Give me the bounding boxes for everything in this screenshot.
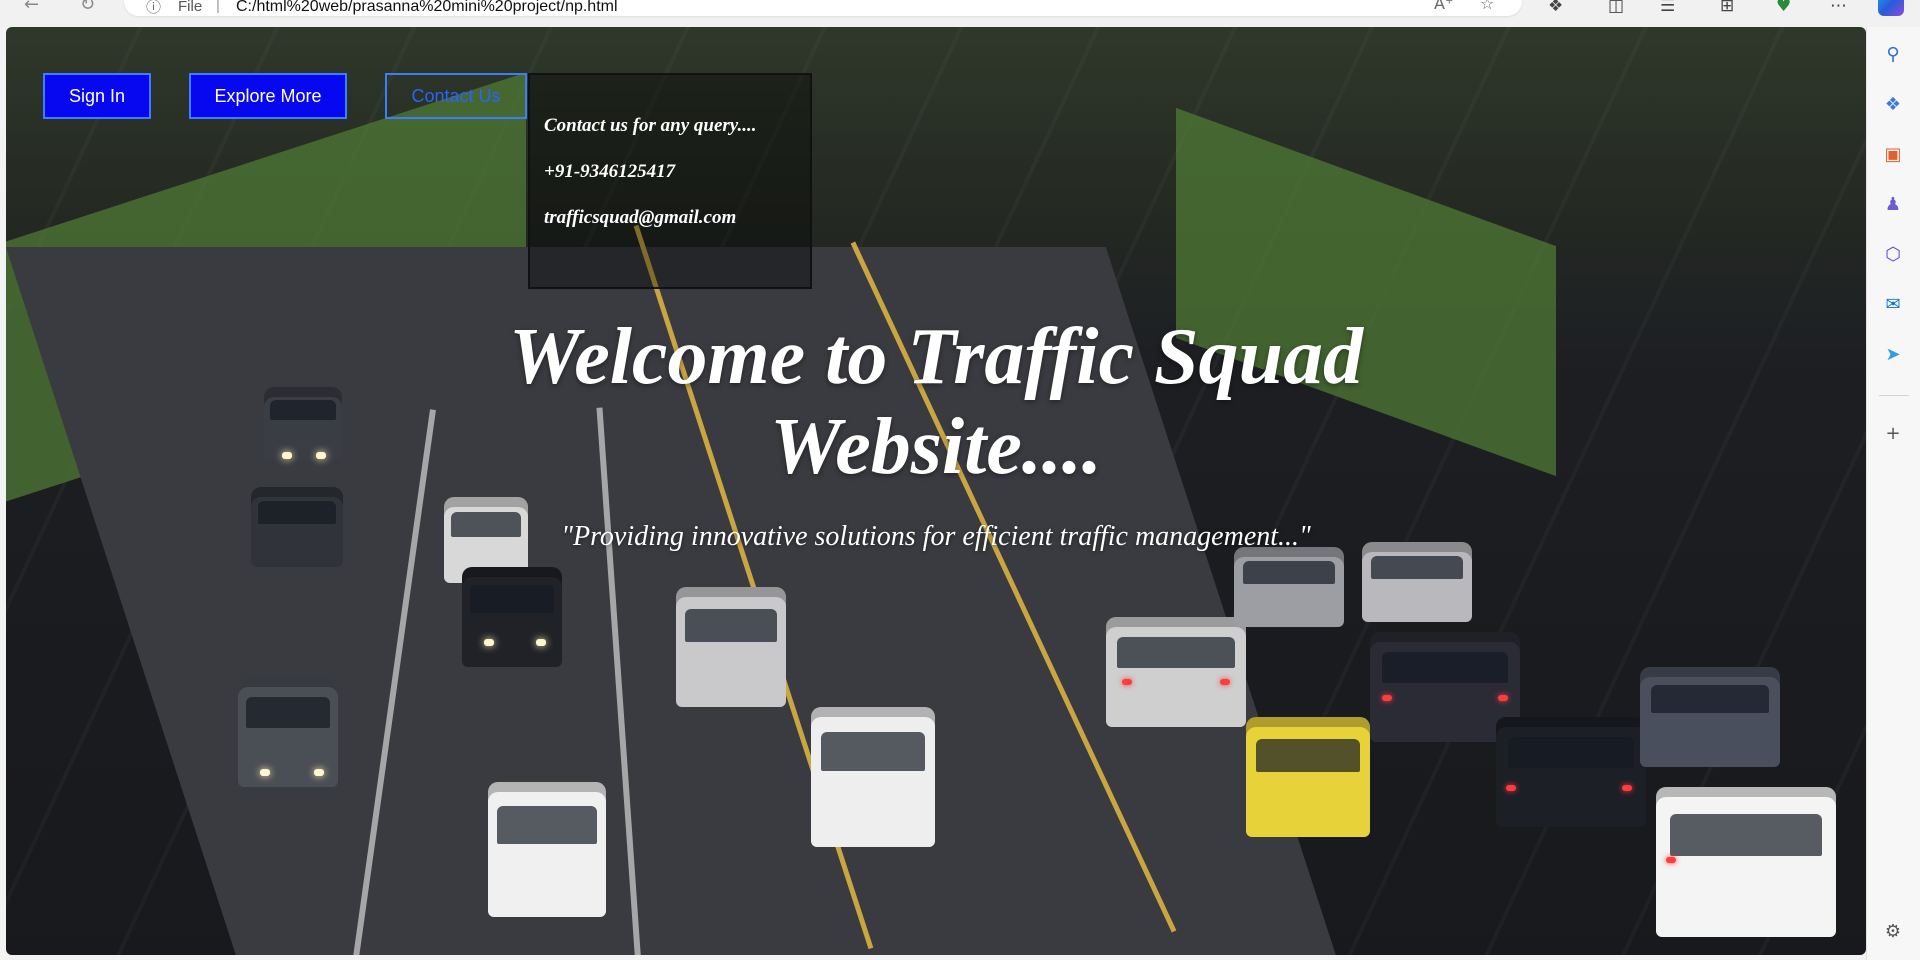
settings-icon[interactable]: ⚙ (1880, 918, 1906, 944)
shopping-tag-icon[interactable]: ❖ (1880, 91, 1906, 117)
contact-us-button[interactable]: Contact Us (385, 73, 527, 119)
headlight (282, 452, 292, 459)
contact-email[interactable]: trafficsquad@gmail.com (544, 207, 736, 229)
taillight (1666, 857, 1676, 863)
extensions-icon[interactable]: ❖ (1548, 0, 1563, 16)
headlight (484, 639, 494, 646)
browser-sidebar: ⚲ ❖ ▣ ♟ ⬡ ✉ ➤ + ⚙ (1866, 27, 1920, 960)
contact-dropdown: Contact us for any query.... +91-9346125… (528, 73, 812, 289)
back-icon[interactable]: ← (24, 0, 39, 15)
browser-toolbar: ← ↻ ⓘ File | C:/html%20web/prasanna%20mi… (0, 0, 1920, 27)
favorites-icon[interactable]: ☰ (1660, 0, 1675, 16)
car (264, 387, 342, 459)
car (488, 782, 606, 917)
copilot-icon[interactable] (1878, 0, 1904, 16)
file-label: File (178, 0, 203, 15)
headlight (260, 769, 270, 776)
page-viewport: Sign In Explore More Contact Us Contact … (6, 27, 1866, 955)
read-aloud-icon[interactable]: A⁺ (1434, 0, 1453, 13)
car (1234, 547, 1344, 627)
search-icon[interactable]: ⚲ (1880, 41, 1906, 67)
url-text[interactable]: C:/html%20web/prasanna%20mini%20project/… (236, 0, 618, 16)
page-title: Welcome to Traffic Squad Website.... (406, 312, 1466, 492)
car (1640, 667, 1780, 767)
explore-more-button[interactable]: Explore More (189, 73, 347, 119)
tagline: "Providing innovative solutions for effi… (561, 521, 1311, 552)
taillight (1220, 679, 1230, 685)
car (676, 587, 786, 707)
split-screen-icon[interactable]: ◫ (1608, 0, 1624, 16)
car (1246, 717, 1370, 837)
car (462, 567, 562, 667)
sign-in-button[interactable]: Sign In (43, 73, 151, 119)
browser-essentials-icon[interactable]: ♥ (1776, 0, 1791, 16)
car (1106, 617, 1246, 727)
taillight (1506, 785, 1516, 791)
sidebar-divider (1879, 395, 1909, 396)
address-bar[interactable]: ⓘ File | C:/html%20web/prasanna%20mini%2… (124, 0, 1522, 16)
contact-phone[interactable]: +91-9346125417 (544, 161, 675, 183)
car (1656, 787, 1836, 937)
telegram-icon[interactable]: ➤ (1880, 341, 1906, 367)
outlook-icon[interactable]: ✉ (1880, 291, 1906, 317)
contact-heading: Contact us for any query.... (544, 115, 757, 136)
microsoft365-icon[interactable]: ⬡ (1880, 241, 1906, 267)
taillight (1498, 695, 1508, 701)
tools-icon[interactable]: ▣ (1880, 141, 1906, 167)
taillight (1382, 695, 1392, 701)
car (251, 487, 343, 567)
car (1362, 542, 1472, 622)
taillight (1122, 679, 1132, 685)
car (1496, 717, 1646, 827)
add-icon[interactable]: + (1880, 420, 1906, 446)
refresh-icon[interactable]: ↻ (80, 0, 95, 15)
taillight (1622, 785, 1632, 791)
more-icon[interactable]: ⋯ (1830, 0, 1847, 16)
address-separator: | (216, 0, 220, 14)
games-icon[interactable]: ♟ (1880, 191, 1906, 217)
headlight (314, 769, 324, 776)
headlight (536, 639, 546, 646)
headlight (316, 452, 326, 459)
collections-icon[interactable]: ⊞ (1720, 0, 1734, 16)
info-icon[interactable]: ⓘ (146, 0, 161, 17)
page-title-line-1: Welcome to Traffic Squad (509, 313, 1363, 401)
page-title-line-2: Website.... (770, 403, 1102, 491)
car (811, 707, 935, 847)
favorite-star-icon[interactable]: ☆ (1480, 0, 1494, 13)
